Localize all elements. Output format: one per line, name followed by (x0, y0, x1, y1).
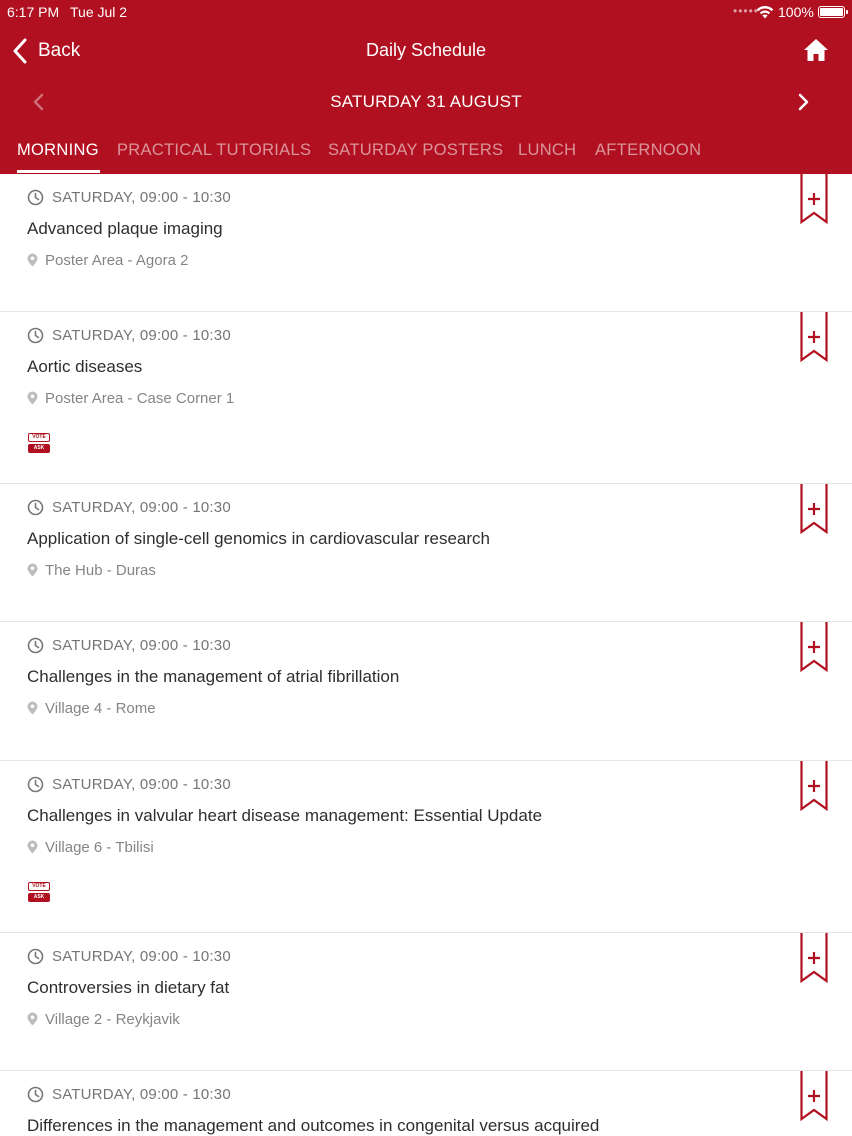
session-title: Challenges in the management of atrial f… (27, 667, 400, 686)
clock-icon (27, 948, 44, 964)
status-bar: 6:17 PM Tue Jul 2 ••••• 100% (0, 0, 852, 24)
status-time: 6:17 PM (7, 4, 60, 20)
clock-icon (27, 1086, 44, 1102)
location-pin-icon (27, 563, 38, 577)
app-header: 6:17 PM Tue Jul 2 ••••• 100% Back Daily … (0, 0, 852, 174)
tab-saturday-posters[interactable]: SATURDAY POSTERS (328, 141, 503, 160)
clock-icon (27, 637, 44, 653)
session-title: Differences in the management and outcom… (27, 1116, 600, 1135)
session-card[interactable]: SATURDAY, 09:00 - 10:30 Controversies in… (0, 933, 852, 1071)
tab-morning[interactable]: MORNING (17, 141, 99, 160)
session-location: Village 6 - Tbilisi (45, 838, 154, 856)
session-card[interactable]: SATURDAY, 09:00 - 10:30 Advanced plaque … (0, 174, 852, 312)
session-title: Controversies in dietary fat (27, 978, 230, 997)
session-card[interactable]: SATURDAY, 09:00 - 10:30 Challenges in va… (0, 761, 852, 933)
add-to-agenda-bookmark-icon[interactable] (800, 761, 828, 811)
session-location: Poster Area - Case Corner 1 (45, 389, 235, 407)
wifi-icon (756, 6, 774, 19)
add-to-agenda-bookmark-icon[interactable] (800, 622, 828, 672)
session-card[interactable]: SATURDAY, 09:00 - 10:30 Aortic diseases … (0, 312, 852, 484)
location-pin-icon (27, 391, 38, 405)
clock-icon (27, 499, 44, 515)
session-card[interactable]: SATURDAY, 09:00 - 10:30 Application of s… (0, 484, 852, 622)
clock-icon (27, 327, 44, 343)
add-to-agenda-bookmark-icon[interactable] (800, 312, 828, 362)
session-time: SATURDAY, 09:00 - 10:30 (52, 775, 231, 793)
status-date: Tue Jul 2 (70, 4, 128, 20)
vote-ask-badge-icon[interactable]: VOTE ASK (28, 433, 50, 454)
battery-percent: 100% (778, 4, 814, 20)
ask-label: ASK (28, 893, 50, 902)
session-time: SATURDAY, 09:00 - 10:30 (52, 947, 231, 965)
clock-icon (27, 776, 44, 792)
session-time: SATURDAY, 09:00 - 10:30 (52, 498, 231, 516)
location-pin-icon (27, 253, 38, 267)
session-list: SATURDAY, 09:00 - 10:30 Advanced plaque … (0, 174, 852, 1136)
session-tabs: MORNING PRACTICAL TUTORIALS SATURDAY POS… (0, 134, 852, 174)
location-pin-icon (27, 1012, 38, 1026)
session-card[interactable]: SATURDAY, 09:00 - 10:30 Challenges in th… (0, 622, 852, 761)
vote-ask-badge-icon[interactable]: VOTE ASK (28, 882, 50, 903)
tab-lunch[interactable]: LUNCH (518, 141, 576, 160)
session-title: Aortic diseases (27, 357, 143, 376)
home-icon[interactable] (802, 37, 830, 63)
session-location: The Hub - Duras (45, 561, 156, 579)
vote-label: VOTE (28, 882, 50, 891)
active-tab-indicator (17, 170, 100, 173)
page-title: Daily Schedule (365, 40, 487, 60)
location-pin-icon (27, 840, 38, 854)
session-location: Village 4 - Rome (45, 699, 156, 717)
session-title: Advanced plaque imaging (27, 219, 223, 238)
session-time: SATURDAY, 09:00 - 10:30 (52, 326, 231, 344)
add-to-agenda-bookmark-icon[interactable] (800, 484, 828, 534)
tab-afternoon[interactable]: AFTERNOON (595, 141, 701, 160)
session-location: Poster Area - Agora 2 (45, 251, 189, 269)
next-day-icon[interactable] (795, 92, 811, 112)
location-pin-icon (27, 701, 38, 715)
add-to-agenda-bookmark-icon[interactable] (800, 933, 828, 983)
session-time: SATURDAY, 09:00 - 10:30 (52, 1085, 231, 1103)
session-time: SATURDAY, 09:00 - 10:30 (52, 636, 231, 654)
date-navigator: SATURDAY 31 AUGUST (0, 86, 852, 118)
battery-icon (818, 6, 848, 18)
tab-practical-tutorials[interactable]: PRACTICAL TUTORIALS (117, 141, 311, 160)
vote-label: VOTE (28, 433, 50, 442)
session-title: Challenges in valvular heart disease man… (27, 806, 543, 825)
add-to-agenda-bookmark-icon[interactable] (800, 1071, 828, 1121)
clock-icon (27, 189, 44, 205)
session-card[interactable]: SATURDAY, 09:00 - 10:30 Differences in t… (0, 1071, 852, 1136)
add-to-agenda-bookmark-icon[interactable] (800, 174, 828, 224)
session-location: Village 2 - Reykjavik (45, 1010, 180, 1028)
session-time: SATURDAY, 09:00 - 10:30 (52, 188, 231, 206)
session-title: Application of single-cell genomics in c… (27, 529, 491, 548)
current-date: SATURDAY 31 AUGUST (330, 92, 522, 111)
ask-label: ASK (28, 444, 50, 453)
